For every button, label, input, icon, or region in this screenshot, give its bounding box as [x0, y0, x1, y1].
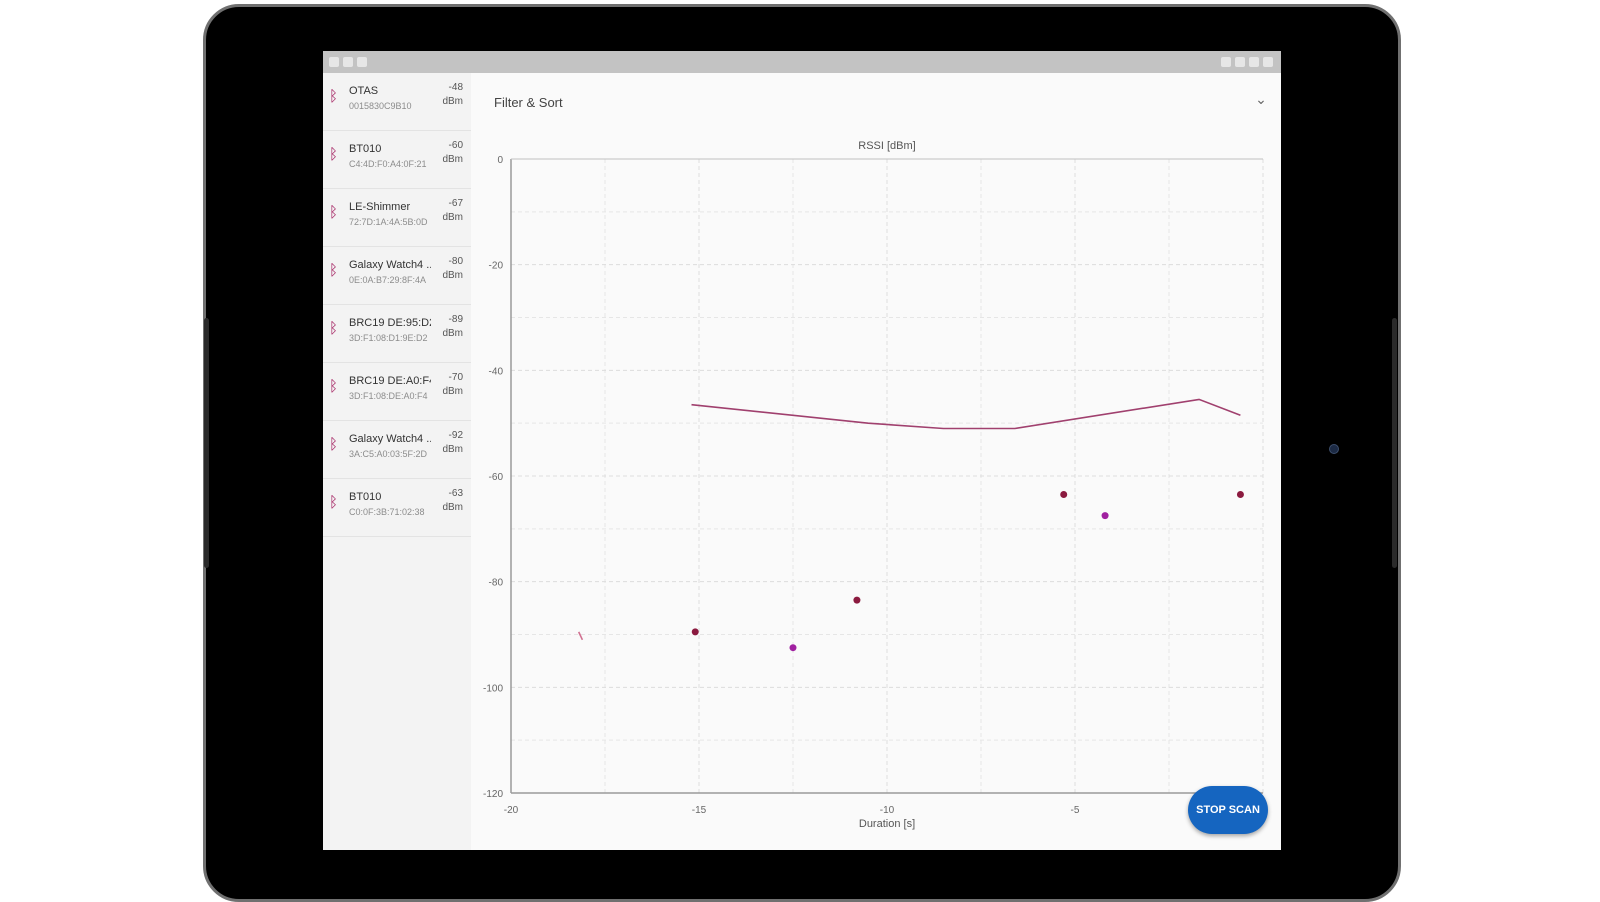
bluetooth-icon: ᛒ: [329, 204, 339, 221]
y-tick-label: -80: [489, 578, 504, 589]
notification-icon: [357, 57, 367, 67]
x-tick-label: -5: [1071, 805, 1080, 816]
rssi-data-point: [853, 596, 861, 604]
device-mac: C4:4D:F0:A4:0F:21: [349, 159, 427, 169]
device-mac: 3D:F1:08:DE:A0:F4: [349, 391, 428, 401]
bluetooth-icon: ᛒ: [329, 146, 339, 163]
device-rssi: -63 dBm: [442, 487, 463, 515]
chevron-down-icon[interactable]: ⌄: [1253, 91, 1269, 107]
chart-title: RSSI [dBm]: [858, 140, 915, 152]
rssi-value: -89: [448, 314, 463, 325]
rssi-unit: dBm: [442, 212, 463, 223]
rssi-unit: dBm: [442, 96, 463, 107]
bluetooth-icon: ᛒ: [329, 88, 339, 105]
bluetooth-status-icon: [1221, 57, 1231, 67]
rssi-value: -70: [448, 372, 463, 383]
device-mac: 3D:F1:08:D1:9E:D2: [349, 333, 428, 343]
device-item[interactable]: ᛒ OTAS 0015830C9B10 -48 dBm: [323, 73, 471, 131]
rssi-series-line: [691, 398, 1241, 430]
rssi-unit: dBm: [442, 328, 463, 339]
device-list: ᛒ OTAS 0015830C9B10 -48 dBm ᛒ BT010 C4:4D…: [323, 73, 471, 850]
wifi-icon: [1249, 57, 1259, 67]
device-mac: 3A:C5:A0:03:5F:2D: [349, 449, 428, 459]
bluetooth-icon: ᛒ: [329, 378, 339, 395]
device-rssi: -60 dBm: [442, 139, 463, 167]
device-mac: 0015830C9B10: [349, 101, 412, 111]
device-name: OTAS: [349, 85, 379, 97]
device-rssi: -67 dBm: [442, 197, 463, 225]
bluetooth-icon: ᛒ: [329, 262, 339, 279]
device-item[interactable]: ᛒ BT010 C4:4D:F0:A4:0F:21 -60 dBm: [323, 131, 471, 189]
y-tick-label: -20: [489, 261, 504, 272]
rssi-value: -67: [448, 198, 463, 209]
device-item[interactable]: ᛒ BRC19 DE:95:D2 3D:F1:08:D1:9E:D2 -89 dB…: [323, 305, 471, 363]
rssi-unit: dBm: [442, 386, 463, 397]
side-button-right: [1392, 318, 1397, 568]
rssi-unit: dBm: [442, 444, 463, 455]
device-mac: 72:7D:1A:4A:5B:0D: [349, 217, 428, 227]
stop-scan-button[interactable]: STOP SCAN: [1188, 786, 1268, 834]
notification-icon: [343, 57, 353, 67]
status-icons-left: [329, 57, 367, 67]
x-tick-label: -15: [692, 805, 707, 816]
y-tick-label: -120: [483, 789, 503, 800]
rssi-data-point: [691, 628, 699, 636]
notification-icon: [329, 57, 339, 67]
device-name: Galaxy Watch4 ...: [349, 259, 431, 271]
x-axis-label: Duration [s]: [859, 818, 915, 830]
device-name: Galaxy Watch4 ...: [349, 433, 431, 445]
rssi-value: -63: [448, 488, 463, 499]
device-rssi: -80 dBm: [442, 255, 463, 283]
rssi-data-point: [1101, 512, 1109, 520]
bluetooth-icon: ᛒ: [329, 494, 339, 511]
rssi-value: -80: [448, 256, 463, 267]
device-rssi: -89 dBm: [442, 313, 463, 341]
device-mac: C0:0F:3B:71:02:38: [349, 507, 425, 517]
device-item[interactable]: ᛒ Galaxy Watch4 ... 0E:0A:B7:29:8F:4A -8…: [323, 247, 471, 305]
y-tick-label: -40: [489, 366, 504, 377]
camera-dot: [1329, 444, 1339, 454]
device-rssi: -48 dBm: [442, 81, 463, 109]
device-item[interactable]: ᛒ BRC19 DE:A0:F4 3D:F1:08:DE:A0:F4 -70 dB…: [323, 363, 471, 421]
signal-icon: [1235, 57, 1245, 67]
bluetooth-icon: ᛒ: [329, 320, 339, 337]
rssi-value: -92: [448, 430, 463, 441]
bluetooth-icon: ᛒ: [329, 436, 339, 453]
y-tick-label: 0: [497, 155, 503, 166]
rssi-data-point: [1060, 490, 1068, 498]
rssi-data-point: [1236, 490, 1244, 498]
x-tick-label: -10: [880, 805, 895, 816]
filter-sort-label[interactable]: Filter & Sort: [494, 95, 563, 110]
device-item[interactable]: ᛒ Galaxy Watch4 ... 3A:C5:A0:03:5F:2D -9…: [323, 421, 471, 479]
app-screen: ᛒ OTAS 0015830C9B10 -48 dBm ᛒ BT010 C4:4D…: [323, 51, 1281, 850]
rssi-chart: -20-15-10-500-20-40-60-80-100-120RSSI [d…: [483, 140, 1266, 830]
device-item[interactable]: ᛒ LE-Shimmer 72:7D:1A:4A:5B:0D -67 dBm: [323, 189, 471, 247]
x-tick-label: -20: [504, 805, 519, 816]
rssi-unit: dBm: [442, 154, 463, 165]
device-name: LE-Shimmer: [349, 201, 411, 213]
device-rssi: -70 dBm: [442, 371, 463, 399]
side-button-left: [204, 318, 209, 568]
status-bar: [323, 51, 1281, 73]
device-item[interactable]: ᛒ BT010 C0:0F:3B:71:02:38 -63 dBm: [323, 479, 471, 537]
rssi-data-point: [789, 644, 797, 652]
device-name: BRC19 DE:95:D2: [349, 317, 431, 329]
rssi-value: -48: [448, 82, 463, 93]
status-icons-right: [1221, 57, 1273, 67]
device-name: BRC19 DE:A0:F4: [349, 375, 431, 387]
y-tick-label: -100: [483, 683, 503, 694]
battery-icon: [1263, 57, 1273, 67]
rssi-series-line: [577, 631, 584, 641]
rssi-unit: dBm: [442, 502, 463, 513]
device-name: BT010: [349, 491, 382, 503]
device-name: BT010: [349, 143, 382, 155]
y-tick-label: -60: [489, 472, 504, 483]
device-mac: 0E:0A:B7:29:8F:4A: [349, 275, 427, 285]
rssi-unit: dBm: [442, 270, 463, 281]
rssi-value: -60: [448, 140, 463, 151]
device-rssi: -92 dBm: [442, 429, 463, 457]
